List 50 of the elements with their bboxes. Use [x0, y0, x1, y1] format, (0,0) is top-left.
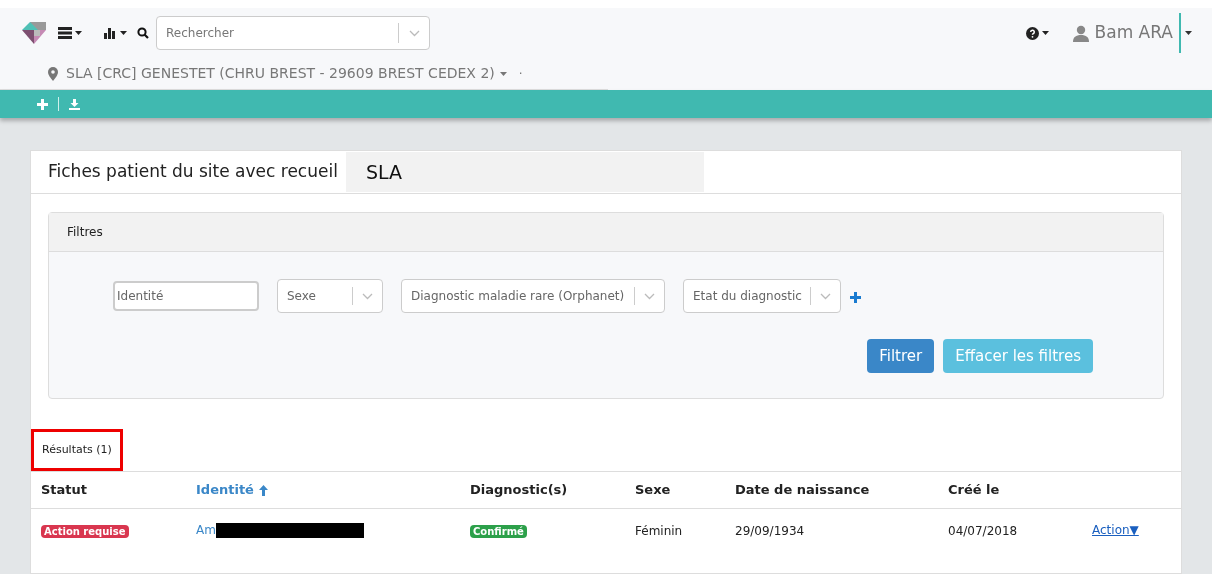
filter-button[interactable]: Filtrer	[867, 339, 935, 373]
user-icon	[1072, 24, 1089, 42]
table-cell: Féminin	[635, 524, 683, 538]
download-icon	[69, 98, 80, 110]
help-icon	[1025, 26, 1039, 40]
site-selector[interactable]: SLA [CRC] GENESTET (CHRU BREST - 29609 BREST CEDEX 2)	[66, 63, 507, 84]
chevron-down-icon	[644, 292, 655, 300]
caret-icon	[120, 31, 127, 35]
column-header: Statut	[41, 481, 88, 500]
caret-icon	[1041, 31, 1049, 35]
column-header[interactable]: Identité	[196, 480, 254, 500]
plus-icon	[849, 291, 861, 303]
search-field[interactable]: Rechercher	[156, 16, 430, 50]
registry-selector[interactable]: SLA	[345, 152, 704, 192]
caret-icon	[75, 31, 82, 35]
chevron-down-icon	[362, 292, 373, 300]
column-header: Créé le	[948, 481, 1000, 500]
search-icon	[137, 27, 149, 39]
table-cell: 29/09/1934	[735, 524, 805, 538]
caret-icon	[499, 71, 507, 76]
select-field[interactable]: Sexe	[277, 279, 383, 313]
user-caret-icon	[1185, 31, 1192, 35]
plus-icon	[36, 98, 48, 110]
column-header: Date de naissance	[735, 481, 870, 500]
card-title: Fiches patient du site avec recueil	[48, 160, 338, 184]
dot-text: ·	[518, 65, 523, 83]
chevron-down-icon	[820, 292, 831, 300]
column-header: Diagnostic(s)	[470, 481, 568, 500]
status-badge: Action requise	[41, 525, 129, 538]
select-field[interactable]: Diagnostic maladie rare (Orphanet)	[401, 279, 665, 313]
filters-title: Filtres	[67, 224, 103, 241]
list-menu-button[interactable]	[58, 27, 82, 39]
location-pin-icon	[48, 66, 58, 81]
chevron-down-icon	[409, 29, 420, 37]
select-field[interactable]: Etat du diagnostic	[683, 279, 841, 313]
diagnosis-badge: Confirmé	[470, 525, 527, 538]
help-menu-button[interactable]	[1025, 26, 1049, 40]
table-cell: 04/07/2018	[948, 524, 1018, 538]
bar-chart-icon	[104, 27, 117, 39]
logo-icon	[20, 20, 48, 46]
identity-field[interactable]: Identité	[113, 281, 259, 311]
sort-up-arrow-icon	[258, 484, 268, 496]
patient-link[interactable]: Am	[196, 521, 216, 539]
results-count: Résultats (1)	[31, 429, 123, 471]
column-header: Sexe	[635, 481, 671, 500]
action-link[interactable]: Action▼	[1092, 521, 1139, 539]
chart-menu-button[interactable]	[104, 27, 127, 39]
user-menu-button[interactable]: Bam ARA	[1072, 13, 1181, 53]
add-filter-button[interactable]	[849, 291, 861, 303]
server-icon	[58, 27, 72, 39]
